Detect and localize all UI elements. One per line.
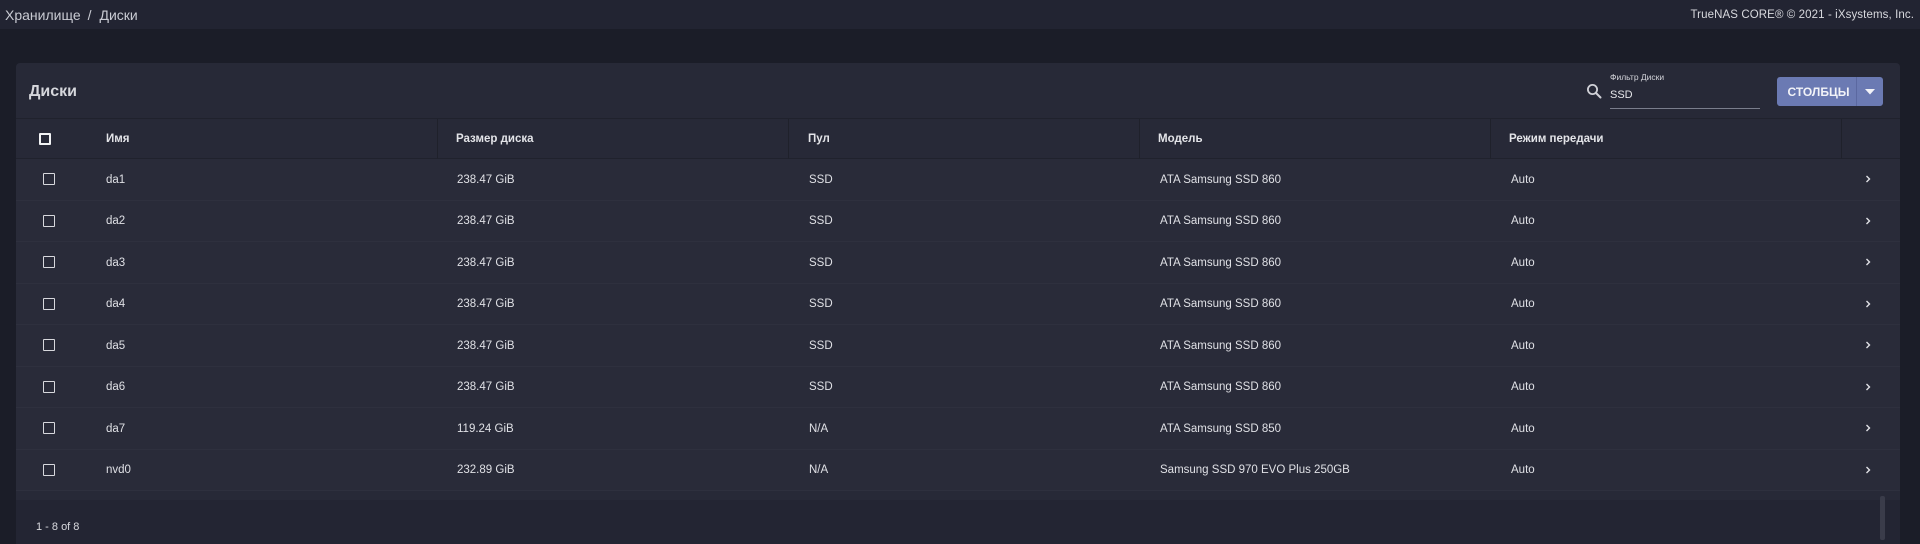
- copyright-text[interactable]: TrueNAS CORE® © 2021 - iXsystems, Inc.: [1690, 9, 1914, 21]
- cell-model: ATA Samsung SSD 860: [1160, 381, 1282, 393]
- chevron-right-icon[interactable]: [1864, 175, 1872, 183]
- cell-model: ATA Samsung SSD 860: [1160, 173, 1282, 186]
- breadcrumb-separator: /: [87, 6, 92, 23]
- column-divider: [1490, 119, 1491, 159]
- column-header-size[interactable]: Размер диска: [456, 119, 534, 159]
- chevron-right-icon[interactable]: [1864, 424, 1872, 432]
- chevron-right-icon[interactable]: [1864, 258, 1872, 266]
- cell-model: ATA Samsung SSD 860: [1160, 339, 1282, 352]
- cell-size: 232.89 GiB: [457, 464, 515, 476]
- cell-size: 238.47 GiB: [457, 215, 515, 227]
- cell-pool: N/A: [809, 422, 829, 435]
- cell-pool: SSD: [809, 173, 833, 186]
- row-checkbox[interactable]: [43, 380, 55, 393]
- cell-name: da7: [106, 422, 126, 435]
- filter-input[interactable]: [1610, 86, 1760, 104]
- cell-transfer-mode: Auto: [1511, 422, 1535, 435]
- table-header: Имя Размер диска Пул Модель Режим переда…: [16, 119, 1900, 159]
- cell-size: 238.47 GiB: [457, 339, 515, 352]
- cell-pool: N/A: [809, 464, 829, 476]
- vertical-scrollbar[interactable]: [1880, 496, 1885, 540]
- cell-transfer-mode: Auto: [1511, 381, 1535, 393]
- cell-name: da3: [106, 256, 126, 269]
- column-divider: [1139, 119, 1140, 159]
- card-header: Диски Фильтр Диски СТОЛБЦЫ: [16, 63, 1900, 119]
- cell-size: 119.24 GiB: [457, 422, 514, 435]
- cell-model: ATA Samsung SSD 850: [1160, 422, 1282, 435]
- chevron-right-icon[interactable]: [1864, 300, 1872, 308]
- column-header-pool[interactable]: Пул: [808, 119, 830, 159]
- row-checkbox[interactable]: [43, 422, 55, 434]
- cell-pool: SSD: [809, 298, 833, 310]
- cell-model: ATA Samsung SSD 860: [1160, 298, 1282, 310]
- cell-pool: SSD: [809, 256, 833, 269]
- cell-transfer-mode: Auto: [1511, 173, 1535, 186]
- cell-name: da1: [106, 173, 126, 186]
- table-row[interactable]: da5 238.47 GiB SSD ATA Samsung SSD 860 A…: [16, 325, 1900, 367]
- row-checkbox[interactable]: [43, 256, 55, 268]
- column-header-transfer-mode[interactable]: Режим передачи: [1509, 119, 1603, 159]
- cell-size: 238.47 GiB: [457, 381, 515, 393]
- table-row[interactable]: da6 238.47 GiB SSD ATA Samsung SSD 860 A…: [16, 366, 1900, 408]
- cell-pool: SSD: [809, 381, 833, 393]
- filter-label: Фильтр Диски: [1610, 72, 1665, 82]
- filter-field: Фильтр Диски: [1610, 69, 1760, 109]
- cell-name: da6: [106, 381, 126, 393]
- columns-button[interactable]: СТОЛБЦЫ: [1777, 77, 1883, 106]
- chevron-right-icon[interactable]: [1864, 383, 1872, 391]
- cell-transfer-mode: Auto: [1511, 256, 1535, 269]
- cell-size: 238.47 GiB: [457, 173, 515, 186]
- chevron-right-icon[interactable]: [1864, 217, 1872, 225]
- table-row[interactable]: da4 238.47 GiB SSD ATA Samsung SSD 860 A…: [16, 283, 1900, 325]
- pagination-range: 1 - 8 of 8: [36, 521, 80, 533]
- row-checkbox[interactable]: [43, 214, 55, 227]
- row-checkbox[interactable]: [43, 297, 55, 310]
- cell-pool: SSD: [809, 339, 833, 352]
- cell-model: Samsung SSD 970 EVO Plus 250GB: [1160, 464, 1350, 476]
- cell-transfer-mode: Auto: [1511, 464, 1535, 476]
- cell-transfer-mode: Auto: [1511, 339, 1535, 352]
- page-title: Диски: [29, 83, 77, 100]
- top-bar: Хранилище / Диски TrueNAS CORE® © 2021 -…: [0, 0, 1920, 29]
- cell-model: ATA Samsung SSD 860: [1160, 215, 1282, 227]
- cell-transfer-mode: Auto: [1511, 215, 1535, 227]
- chevron-right-icon[interactable]: [1864, 466, 1872, 474]
- chevron-right-icon[interactable]: [1864, 341, 1872, 349]
- row-checkbox[interactable]: [43, 463, 55, 476]
- search-icon: [1587, 84, 1602, 99]
- cell-name: da4: [106, 298, 126, 310]
- column-divider: [788, 119, 789, 159]
- column-divider: [1841, 119, 1842, 159]
- cell-model: ATA Samsung SSD 860: [1160, 256, 1282, 269]
- cell-size: 238.47 GiB: [457, 256, 515, 269]
- table-row[interactable]: da1 238.47 GiB SSD ATA Samsung SSD 860 A…: [16, 159, 1900, 201]
- cell-transfer-mode: Auto: [1511, 298, 1535, 310]
- caret-down-icon[interactable]: [1857, 88, 1883, 95]
- column-header-model[interactable]: Модель: [1158, 119, 1203, 159]
- table-footer: 1 - 8 of 8: [16, 500, 1900, 544]
- table-row[interactable]: da3 238.47 GiB SSD ATA Samsung SSD 860 A…: [16, 242, 1900, 284]
- row-checkbox[interactable]: [43, 339, 55, 351]
- breadcrumb-storage[interactable]: Хранилище: [5, 7, 81, 23]
- breadcrumb-disks: Диски: [99, 6, 138, 23]
- disks-card: Диски Фильтр Диски СТОЛБЦЫ Имя Размер ди…: [16, 63, 1900, 544]
- table-row[interactable]: da7 119.24 GiB N/A ATA Samsung SSD 850 A…: [16, 408, 1900, 450]
- table-row[interactable]: da2 238.47 GiB SSD ATA Samsung SSD 860 A…: [16, 200, 1900, 242]
- column-header-name[interactable]: Имя: [106, 119, 129, 159]
- column-divider: [437, 119, 438, 159]
- table-row[interactable]: nvd0 232.89 GiB N/A Samsung SSD 970 EVO …: [16, 449, 1900, 491]
- breadcrumb: Хранилище / Диски: [5, 7, 138, 23]
- cell-pool: SSD: [809, 215, 833, 227]
- columns-button-label: СТОЛБЦЫ: [1787, 84, 1850, 99]
- cell-name: nvd0: [106, 464, 131, 476]
- cell-name: da2: [106, 215, 126, 227]
- cell-name: da5: [106, 339, 126, 352]
- select-all-checkbox[interactable]: [39, 133, 51, 145]
- row-checkbox[interactable]: [43, 173, 55, 185]
- cell-size: 238.47 GiB: [457, 298, 515, 310]
- disks-table-body: da1 238.47 GiB SSD ATA Samsung SSD 860 A…: [16, 159, 1900, 491]
